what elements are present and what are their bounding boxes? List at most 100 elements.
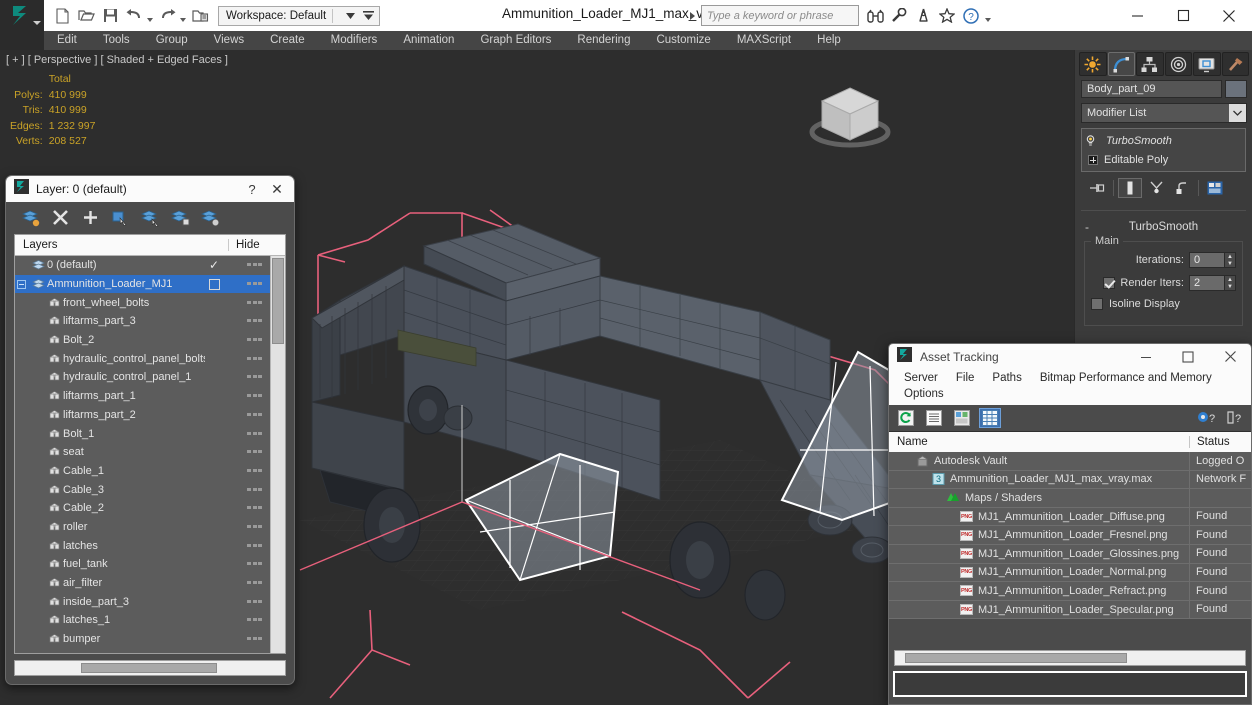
menu-item-modifiers[interactable]: Modifiers	[318, 31, 391, 50]
layer-dialog-close-button[interactable]: ✕	[264, 181, 290, 198]
hierarchy-tab[interactable]	[1136, 52, 1164, 76]
asset-list-horizontal-scrollbar[interactable]	[894, 650, 1246, 666]
app-menu-caret-icon[interactable]	[33, 21, 41, 25]
layer-dialog[interactable]: Layer: 0 (default) ? ✕ Layers Hide 0 (de…	[5, 175, 295, 685]
asset-row[interactable]: PNG MJ1_Ammunition_Loader_Specular.png Fou…	[889, 600, 1251, 620]
menu-item-customize[interactable]: Customize	[643, 31, 723, 50]
object-color-swatch[interactable]	[1225, 80, 1247, 98]
asset-menu-options[interactable]: Options	[895, 386, 953, 402]
layer-properties-icon[interactable]	[198, 207, 222, 229]
asset-tracking-close-button[interactable]	[1209, 344, 1251, 369]
layer-column-header-hide[interactable]: Hide	[228, 239, 270, 251]
menu-item-graph-editors[interactable]: Graph Editors	[467, 31, 564, 50]
modifier-list-dropdown[interactable]: Modifier List	[1081, 103, 1247, 123]
pin-stack-icon[interactable]	[1085, 178, 1109, 198]
asset-menu-server[interactable]: Server	[895, 370, 947, 386]
iterations-spinner-arrows[interactable]: ▲ ▼	[1225, 252, 1236, 268]
asset-tracking-maximize-button[interactable]	[1167, 344, 1209, 369]
stack-item-turbosmooth[interactable]: TurboSmooth	[1082, 131, 1245, 150]
layer-row[interactable]: Cable_1	[15, 462, 270, 481]
iterations-value[interactable]: 0	[1189, 252, 1225, 268]
workspace-dropdown-caret-icon[interactable]	[343, 6, 357, 26]
help-icon[interactable]: ?	[1223, 408, 1245, 428]
layer-column-header-name[interactable]: Layers	[15, 239, 228, 251]
render-iters-checkbox[interactable]	[1103, 277, 1116, 289]
layer-row[interactable]: Bolt_1	[15, 424, 270, 443]
add-selection-icon[interactable]	[78, 207, 102, 229]
layer-expander[interactable]	[15, 279, 27, 289]
render-iters-spinner-arrows[interactable]: ▲ ▼	[1225, 275, 1236, 291]
object-name-field[interactable]: Body_part_09	[1081, 80, 1222, 98]
layer-dialog-help-button[interactable]: ?	[240, 182, 264, 197]
layer-row[interactable]: Ammunition_Loader_MJ1	[15, 274, 270, 294]
menu-item-edit[interactable]: Edit	[44, 31, 90, 50]
minimize-button[interactable]	[1114, 0, 1160, 31]
menu-item-rendering[interactable]: Rendering	[564, 31, 643, 50]
utilities-tab[interactable]	[1221, 52, 1249, 76]
new-file-icon[interactable]	[51, 4, 74, 27]
menu-item-tools[interactable]: Tools	[90, 31, 143, 50]
compass-icon[interactable]	[913, 6, 933, 26]
expand-plus-icon[interactable]	[1088, 154, 1098, 165]
layer-list-scroll-thumb[interactable]	[272, 258, 284, 344]
layer-dialog-title-bar[interactable]: Layer: 0 (default) ? ✕	[6, 176, 294, 202]
menu-item-help[interactable]: Help	[804, 31, 854, 50]
delete-highlighted-icon[interactable]	[48, 207, 72, 229]
asset-list-hscroll-thumb[interactable]	[905, 653, 1127, 663]
layer-row[interactable]: Cable_2	[15, 499, 270, 518]
asset-row[interactable]: PNG MJ1_Ammunition_Loader_Diffuse.png Foun…	[889, 507, 1251, 527]
motion-tab[interactable]	[1164, 52, 1192, 76]
layer-row[interactable]: hydraulic_control_panel_bolts	[15, 349, 270, 368]
layer-row[interactable]: latches	[15, 536, 270, 555]
asset-row[interactable]: Maps / Shaders	[889, 488, 1251, 508]
asset-row[interactable]: 3 Ammunition_Loader_MJ1_max_vray.max Netwo…	[889, 470, 1251, 490]
asset-row[interactable]: Autodesk Vault Logged O	[889, 451, 1251, 471]
display-tab[interactable]	[1193, 52, 1221, 76]
make-unique-icon[interactable]	[1144, 178, 1168, 198]
menu-item-group[interactable]: Group	[143, 31, 201, 50]
layer-hide-check-icon[interactable]: ✓	[209, 258, 219, 272]
asset-row[interactable]: PNG MJ1_Ammunition_Loader_Fresnel.png Foun…	[889, 525, 1251, 545]
menu-item-animation[interactable]: Animation	[390, 31, 467, 50]
undo-icon[interactable]	[123, 4, 146, 27]
layer-row[interactable]: fuel_tank	[15, 555, 270, 574]
undo-dropdown-caret-icon[interactable]	[147, 17, 153, 22]
lightbulb-icon[interactable]	[1085, 135, 1096, 146]
menu-item-create[interactable]: Create	[257, 31, 318, 50]
list-view-icon[interactable]	[923, 408, 945, 428]
create-tab[interactable]	[1079, 52, 1107, 76]
layer-row[interactable]: seat	[15, 443, 270, 462]
asset-column-header-status[interactable]: Status	[1189, 436, 1251, 448]
asset-menu-file[interactable]: File	[947, 370, 984, 386]
menu-item-views[interactable]: Views	[201, 31, 257, 50]
grid-view-icon[interactable]	[979, 408, 1001, 428]
search-input[interactable]: Type a keyword or phrase	[701, 5, 859, 26]
select-highlighted-icon[interactable]	[138, 207, 162, 229]
set-project-folder-icon[interactable]	[189, 4, 212, 27]
rollout-header[interactable]: - TurboSmooth	[1081, 219, 1246, 235]
menu-item-maxscript[interactable]: MAXScript	[724, 31, 804, 50]
render-iters-spinner[interactable]: 2 ▲ ▼	[1189, 275, 1236, 291]
asset-rows-container[interactable]: Autodesk Vault Logged O 3 Ammunition_Loader…	[889, 451, 1251, 620]
layer-row[interactable]: bumper	[15, 630, 270, 649]
asset-menu-paths[interactable]: Paths	[983, 370, 1030, 386]
iterations-spinner[interactable]: 0 ▲ ▼	[1189, 252, 1236, 268]
layer-list-horizontal-scrollbar[interactable]	[14, 660, 286, 676]
isoline-display-row[interactable]: Isoline Display	[1091, 298, 1236, 310]
asset-row[interactable]: PNG MJ1_Ammunition_Loader_Normal.png Found	[889, 563, 1251, 583]
isoline-display-checkbox[interactable]	[1091, 298, 1103, 310]
search-expand-arrow-icon[interactable]	[690, 11, 695, 20]
workspace-selector[interactable]: Workspace: Default	[218, 5, 381, 26]
redo-dropdown-caret-icon[interactable]	[180, 17, 186, 22]
redo-icon[interactable]	[156, 4, 179, 27]
vault-help-icon[interactable]: ?	[1195, 408, 1217, 428]
asset-tracking-title-bar[interactable]: Asset Tracking	[889, 344, 1251, 369]
wrench-icon[interactable]	[889, 6, 909, 26]
layer-row[interactable]: Cable_3	[15, 480, 270, 499]
chevron-down-icon[interactable]	[1229, 104, 1246, 122]
asset-menu-bitmap-performance[interactable]: Bitmap Performance and Memory	[1031, 370, 1221, 386]
stack-item-editable-poly[interactable]: Editable Poly	[1082, 150, 1245, 169]
binoculars-icon[interactable]	[865, 6, 885, 26]
render-iters-value[interactable]: 2	[1189, 275, 1225, 291]
asset-column-header-name[interactable]: Name	[889, 436, 1189, 448]
